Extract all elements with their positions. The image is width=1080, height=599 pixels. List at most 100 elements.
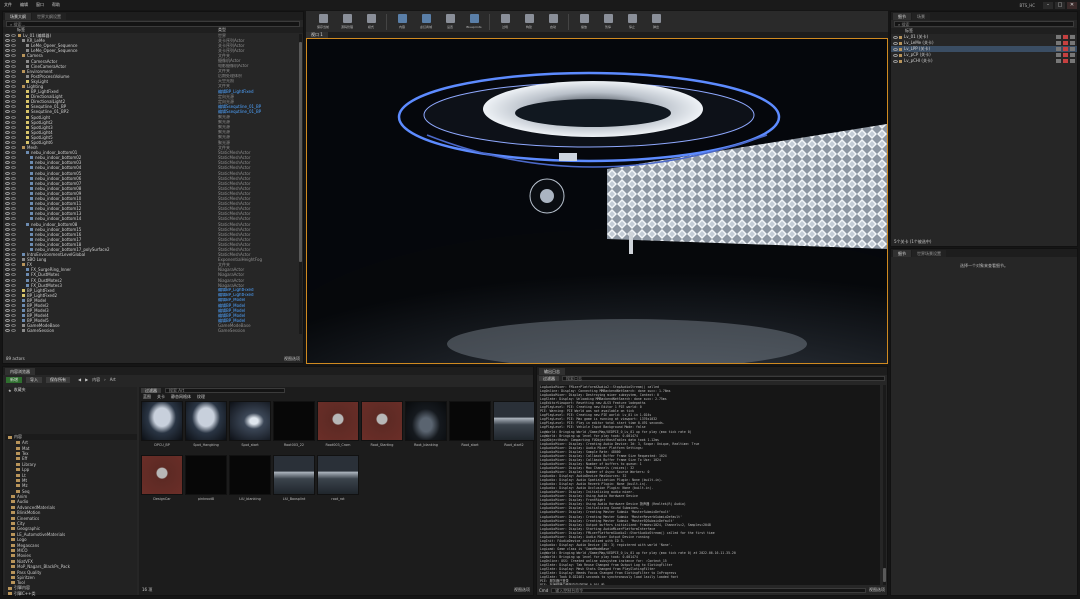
tab-details[interactable]: 细节	[893, 250, 911, 257]
log-filter-button[interactable]: 过滤器	[539, 376, 559, 381]
lock-icon[interactable]	[11, 130, 16, 134]
visibility-eye-icon[interactable]	[5, 146, 10, 150]
asset-tile[interactable]: pinkroot8	[185, 455, 227, 503]
menu-edit[interactable]: 编辑	[20, 2, 28, 8]
tab-content-browser[interactable]: 内容浏览器	[5, 368, 35, 375]
visibility-eye-icon[interactable]	[5, 197, 10, 201]
lock-icon[interactable]	[11, 141, 16, 145]
lock-icon[interactable]	[11, 258, 16, 262]
visibility-eye-icon[interactable]	[5, 156, 10, 160]
lock-icon[interactable]	[11, 324, 16, 328]
visibility-eye-icon[interactable]	[5, 166, 10, 170]
visibility-eye-icon[interactable]	[5, 115, 10, 119]
lock-icon[interactable]	[11, 44, 16, 48]
lock-icon[interactable]	[11, 90, 16, 94]
lock-icon[interactable]	[11, 105, 16, 109]
lock-icon[interactable]	[11, 49, 16, 53]
asset-tile[interactable]: LiU_Boxsplint	[273, 455, 315, 503]
lock-icon[interactable]	[11, 54, 16, 58]
level-viewport[interactable]	[306, 38, 888, 364]
visibility-eye-icon[interactable]	[5, 273, 10, 277]
visibility-eye-icon[interactable]	[893, 59, 898, 63]
visibility-eye-icon[interactable]	[5, 105, 10, 109]
lock-icon[interactable]	[11, 278, 16, 282]
log-view-options[interactable]: 视图选项	[869, 587, 885, 593]
lock-icon[interactable]	[11, 64, 16, 68]
tab-details-right[interactable]: 细节	[893, 13, 911, 20]
lock-icon[interactable]	[11, 191, 16, 195]
lock-icon[interactable]	[11, 79, 16, 83]
lock-icon[interactable]	[11, 84, 16, 88]
asset-tile[interactable]: Root_start2	[493, 401, 535, 449]
lock-icon[interactable]	[11, 298, 16, 302]
visibility-eye-icon[interactable]	[5, 74, 10, 78]
forward-arrow-icon[interactable]: ▶	[85, 377, 88, 382]
lock-icon[interactable]	[11, 95, 16, 99]
collections-row[interactable]: ★ 收藏夹	[5, 387, 137, 393]
visibility-eye-icon[interactable]	[5, 95, 10, 99]
visibility-eye-icon[interactable]	[5, 120, 10, 124]
visibility-eye-icon[interactable]	[5, 191, 10, 195]
lock-icon[interactable]	[11, 217, 16, 221]
level-row[interactable]: Lv_pCHI (关卡)	[891, 58, 1077, 64]
visibility-eye-icon[interactable]	[5, 314, 10, 318]
visibility-eye-icon[interactable]	[5, 84, 10, 88]
lock-icon[interactable]	[1056, 53, 1061, 57]
filter-button[interactable]: 过滤器	[141, 388, 161, 393]
visibility-eye-icon[interactable]	[5, 227, 10, 231]
visibility-eye-icon[interactable]	[5, 54, 10, 58]
lock-icon[interactable]	[11, 197, 16, 201]
outliner-scroll-thumb[interactable]	[299, 42, 302, 262]
asset-tile[interactable]: Root_start	[449, 401, 491, 449]
save-icon[interactable]	[1070, 41, 1075, 45]
import-button[interactable]: 导入	[26, 376, 42, 383]
visibility-eye-icon[interactable]	[5, 247, 10, 251]
outliner-view-options[interactable]: 视图选项	[284, 356, 300, 361]
visibility-eye-icon[interactable]	[5, 186, 10, 190]
visibility-eye-icon[interactable]	[5, 181, 10, 185]
color-icon[interactable]	[1063, 41, 1068, 45]
lock-icon[interactable]	[11, 232, 16, 236]
lock-icon[interactable]	[11, 222, 16, 226]
menu-window[interactable]: 窗口	[36, 2, 44, 8]
save-icon[interactable]	[1070, 35, 1075, 39]
toolbar-button[interactable]: 设置	[441, 13, 459, 31]
visibility-eye-icon[interactable]	[5, 130, 10, 134]
lock-icon[interactable]	[11, 151, 16, 155]
asset-tile[interactable]: Spot_Hangking	[185, 401, 227, 449]
output-log-text[interactable]: LogAudioMixer: FMixerPlatformXAudio2::St…	[540, 385, 880, 585]
lock-icon[interactable]	[11, 263, 16, 267]
toolbar-button[interactable]: Blueprints	[465, 13, 483, 31]
lock-icon[interactable]	[11, 293, 16, 297]
save-icon[interactable]	[1070, 47, 1075, 51]
save-icon[interactable]	[1070, 59, 1075, 63]
lock-icon[interactable]	[11, 176, 16, 180]
visibility-eye-icon[interactable]	[5, 237, 10, 241]
asset-tile[interactable]: Root003_Crom	[317, 401, 359, 449]
visibility-eye-icon[interactable]	[5, 125, 10, 129]
lock-icon[interactable]	[11, 110, 16, 114]
lock-icon[interactable]	[11, 207, 16, 211]
lock-icon[interactable]	[1056, 35, 1061, 39]
visibility-eye-icon[interactable]	[5, 202, 10, 206]
add-new-button[interactable]: 新增	[6, 376, 22, 383]
visibility-eye-icon[interactable]	[5, 171, 10, 175]
color-icon[interactable]	[1063, 35, 1068, 39]
outliner-search-input[interactable]: ⌕ 搜索...	[6, 20, 300, 27]
lock-icon[interactable]	[11, 237, 16, 241]
lock-icon[interactable]	[11, 212, 16, 216]
visibility-eye-icon[interactable]	[893, 53, 898, 57]
visibility-eye-icon[interactable]	[5, 49, 10, 53]
asset-tile[interactable]: Root003_22	[273, 401, 315, 449]
asset-tile[interactable]: DesignCar	[141, 455, 183, 503]
lock-icon[interactable]	[11, 135, 16, 139]
visibility-eye-icon[interactable]	[5, 232, 10, 236]
visibility-eye-icon[interactable]	[5, 212, 10, 216]
visibility-eye-icon[interactable]	[5, 176, 10, 180]
visibility-eye-icon[interactable]	[5, 298, 10, 302]
toolbar-button[interactable]: 内容	[393, 13, 411, 31]
visibility-eye-icon[interactable]	[5, 135, 10, 139]
visibility-eye-icon[interactable]	[893, 41, 898, 45]
toolbar-button[interactable]: 模式	[362, 13, 380, 31]
lock-icon[interactable]	[11, 69, 16, 73]
